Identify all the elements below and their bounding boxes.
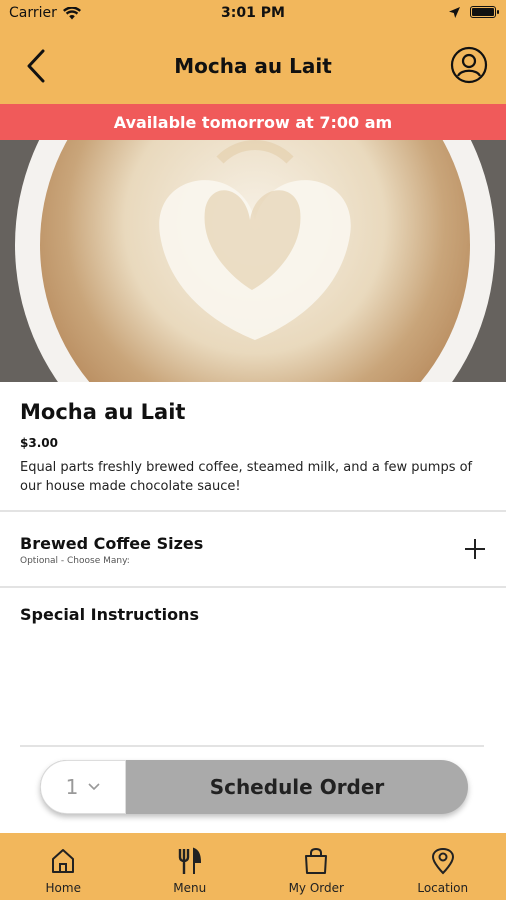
home-icon xyxy=(52,849,75,873)
tab-menu[interactable]: Menu xyxy=(127,833,254,900)
shopping-bag-icon xyxy=(305,847,328,874)
option-subtitle: Optional - Choose Many: xyxy=(20,556,130,566)
chevron-down-icon xyxy=(88,783,100,791)
tab-label: My Order xyxy=(288,881,344,895)
tab-location[interactable]: Location xyxy=(380,833,506,900)
tab-home[interactable]: Home xyxy=(0,833,127,900)
item-info: Mocha au Lait $3.00 Equal parts freshly … xyxy=(20,400,490,496)
status-bar: Carrier 3:01 PM xyxy=(0,0,506,28)
option-title: Brewed Coffee Sizes xyxy=(20,534,204,553)
quantity-select[interactable]: 1 xyxy=(40,760,126,814)
special-instructions-label: Special Instructions xyxy=(20,605,199,624)
page-title: Mocha au Lait xyxy=(174,54,332,78)
order-bar: 1 Schedule Order xyxy=(40,760,468,814)
item-price: $3.00 xyxy=(20,436,58,450)
tab-my-order[interactable]: My Order xyxy=(253,833,380,900)
user-circle-icon xyxy=(450,46,488,84)
tab-label: Home xyxy=(45,881,81,895)
quantity-value: 1 xyxy=(65,775,79,799)
location-arrow-icon xyxy=(449,6,460,18)
tab-label: Location xyxy=(417,881,469,895)
profile-button[interactable] xyxy=(450,46,488,84)
item-description: Equal parts freshly brewed coffee, steam… xyxy=(20,460,473,494)
option-brewed-coffee-sizes[interactable]: Brewed Coffee Sizes Optional - Choose Ma… xyxy=(0,514,506,586)
availability-text: Available tomorrow at 7:00 am xyxy=(113,112,393,132)
battery-icon xyxy=(470,6,499,18)
status-time: 3:01 PM xyxy=(221,5,285,21)
location-pin-icon xyxy=(431,847,454,875)
availability-banner: Available tomorrow at 7:00 am xyxy=(0,104,506,140)
tab-bar: Home Menu My Order Location xyxy=(0,833,506,900)
divider xyxy=(0,586,506,588)
product-image xyxy=(0,140,506,382)
item-name: Mocha au Lait xyxy=(20,400,186,424)
app-header: Carrier 3:01 PM Mocha au Lait xyxy=(0,0,506,104)
fork-knife-icon xyxy=(178,847,201,874)
divider xyxy=(20,745,484,747)
tab-label: Menu xyxy=(173,881,207,895)
schedule-order-button[interactable]: Schedule Order xyxy=(126,760,468,814)
plus-icon[interactable] xyxy=(464,538,486,560)
divider xyxy=(0,510,506,512)
status-right xyxy=(449,6,499,18)
